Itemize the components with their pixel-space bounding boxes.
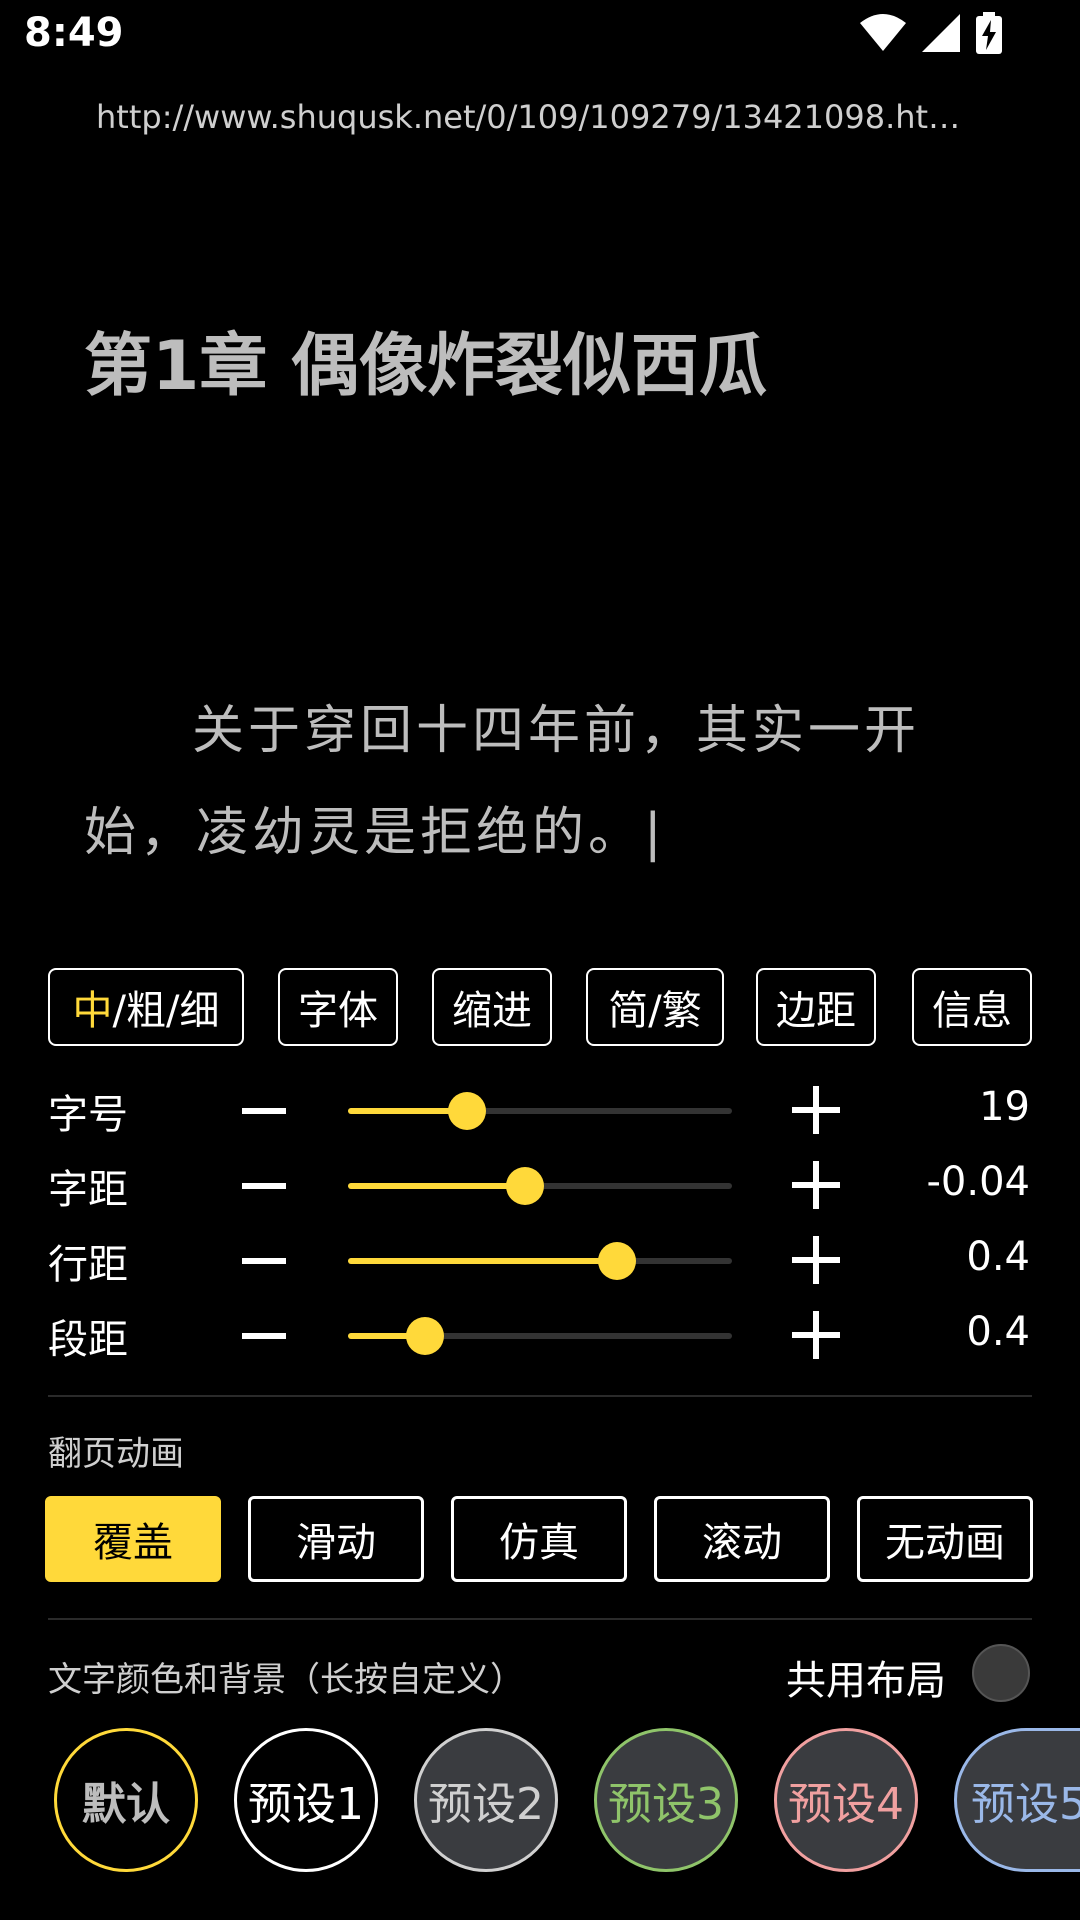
preset-1[interactable]: 预设1 bbox=[234, 1728, 378, 1872]
page-animation-label: 翻页动画 bbox=[48, 1434, 184, 1474]
cell-signal-icon bbox=[922, 14, 960, 52]
shared-layout-label: 共用布局 bbox=[786, 1658, 946, 1704]
preset-default[interactable]: 默认 bbox=[54, 1728, 198, 1872]
status-time: 8:49 bbox=[24, 10, 124, 56]
minus-icon[interactable] bbox=[242, 1258, 286, 1264]
divider bbox=[48, 1395, 1032, 1397]
indent-button[interactable]: 缩进 bbox=[432, 968, 552, 1046]
font-weight-others: /粗/细 bbox=[112, 988, 220, 1034]
slider-row-font-size: 字号 19 bbox=[0, 1072, 1080, 1148]
slider-row-paragraph-spacing: 段距 0.4 bbox=[0, 1297, 1080, 1373]
font-weight-selected: 中 bbox=[72, 988, 113, 1034]
info-button[interactable]: 信息 bbox=[912, 968, 1032, 1046]
minus-icon[interactable] bbox=[242, 1108, 286, 1114]
page-url: http://www.shuqusk.net/0/109/109279/1342… bbox=[96, 98, 961, 136]
slider-fill bbox=[348, 1183, 525, 1189]
slider-value: 0.4 bbox=[966, 1234, 1030, 1280]
slider-thumb[interactable] bbox=[405, 1317, 444, 1355]
slider-thumb[interactable] bbox=[448, 1092, 487, 1130]
slider-row-line-spacing: 行距 0.4 bbox=[0, 1222, 1080, 1298]
preset-4[interactable]: 预设4 bbox=[774, 1728, 918, 1872]
simplified-traditional-button[interactable]: 简/繁 bbox=[586, 968, 724, 1046]
status-icons bbox=[860, 12, 1002, 54]
preset-2[interactable]: 预设2 bbox=[414, 1728, 558, 1872]
color-background-label: 文字颜色和背景（长按自定义） bbox=[48, 1660, 524, 1700]
slider-value: 0.4 bbox=[966, 1309, 1030, 1355]
font-button[interactable]: 字体 bbox=[278, 968, 398, 1046]
margin-button[interactable]: 边距 bbox=[756, 968, 876, 1046]
slider-thumb[interactable] bbox=[505, 1167, 544, 1205]
paragraph-spacing-slider[interactable] bbox=[348, 1317, 732, 1355]
anim-option-cover[interactable]: 覆盖 bbox=[45, 1496, 221, 1582]
wifi-icon bbox=[860, 14, 906, 51]
chapter-title: 第1章 偶像炸裂似西瓜 bbox=[84, 327, 767, 406]
slider-fill bbox=[348, 1258, 617, 1264]
anim-option-none[interactable]: 无动画 bbox=[857, 1496, 1033, 1582]
slider-thumb[interactable] bbox=[597, 1242, 636, 1280]
font-size-slider[interactable] bbox=[348, 1092, 732, 1130]
plus-icon[interactable] bbox=[792, 1311, 840, 1359]
slider-value: 19 bbox=[979, 1084, 1030, 1130]
battery-charging-icon bbox=[976, 12, 1002, 54]
preset-3[interactable]: 预设3 bbox=[594, 1728, 738, 1872]
slider-label: 字号 bbox=[48, 1092, 128, 1138]
plus-icon[interactable] bbox=[792, 1161, 840, 1209]
slider-label: 段距 bbox=[48, 1317, 128, 1363]
slider-label: 行距 bbox=[48, 1242, 128, 1288]
plus-icon[interactable] bbox=[792, 1086, 840, 1134]
font-weight-button[interactable]: 中/粗/细 bbox=[48, 968, 244, 1046]
slider-label: 字距 bbox=[48, 1167, 128, 1213]
preset-5[interactable]: 预设5 bbox=[954, 1728, 1080, 1872]
slider-row-letter-spacing: 字距 -0.04 bbox=[0, 1147, 1080, 1223]
slider-value: -0.04 bbox=[926, 1159, 1031, 1205]
line-spacing-slider[interactable] bbox=[348, 1242, 732, 1280]
anim-option-scroll[interactable]: 滚动 bbox=[654, 1496, 830, 1582]
minus-icon[interactable] bbox=[242, 1333, 286, 1339]
minus-icon[interactable] bbox=[242, 1183, 286, 1189]
body-paragraph: 关于穿回十四年前，其实一开始，凌幼灵是拒绝的。| bbox=[84, 701, 921, 863]
divider bbox=[48, 1618, 1032, 1620]
plus-icon[interactable] bbox=[792, 1236, 840, 1284]
anim-option-simulation[interactable]: 仿真 bbox=[451, 1496, 627, 1582]
letter-spacing-slider[interactable] bbox=[348, 1167, 732, 1205]
chapter-body: 关于穿回十四年前，其实一开始，凌幼灵是拒绝的。| bbox=[84, 680, 1014, 884]
shared-layout-toggle[interactable] bbox=[972, 1644, 1030, 1702]
anim-option-slide[interactable]: 滑动 bbox=[248, 1496, 424, 1582]
